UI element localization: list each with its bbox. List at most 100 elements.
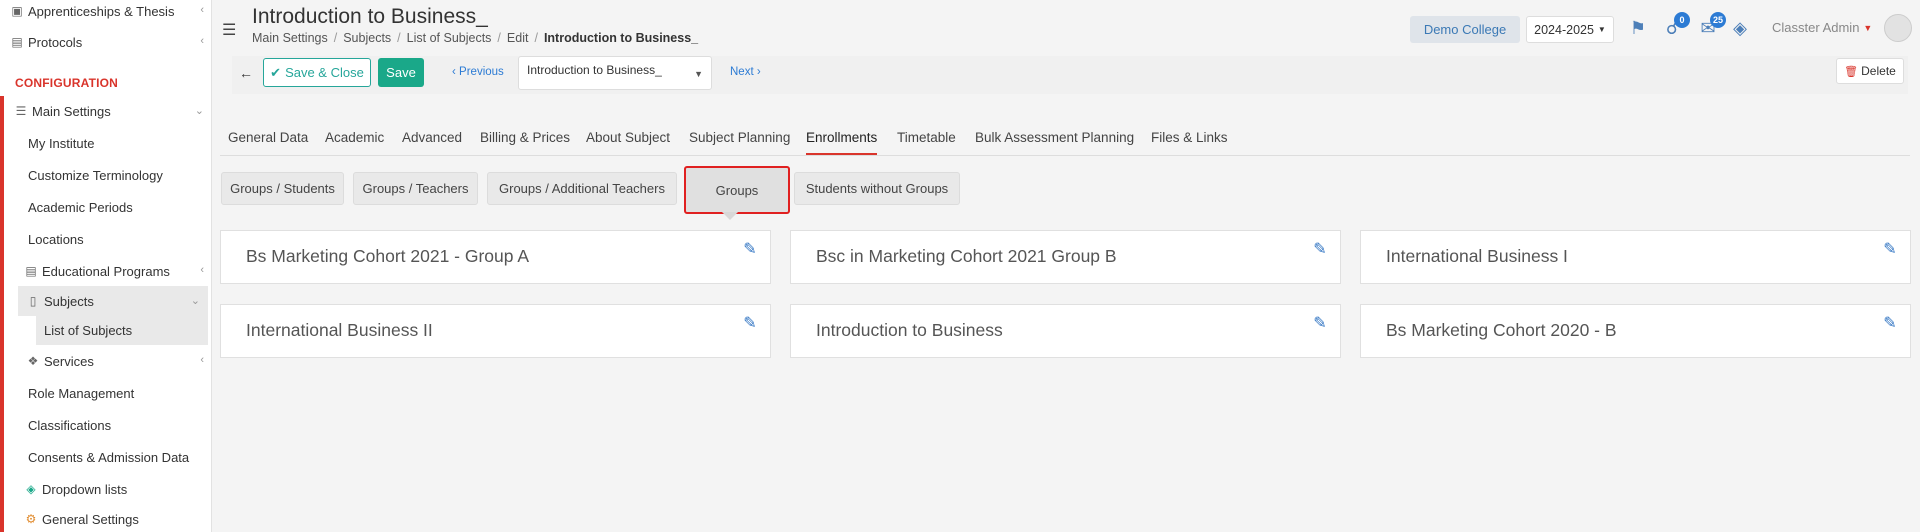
subtab-groups-additional-teachers[interactable]: Groups / Additional Teachers [487,172,677,205]
sidebar-item-general-settings[interactable]: ⚙ General Settings [0,504,212,532]
tab-advanced[interactable]: Advanced [402,130,462,153]
sidebar-item-label: Main Settings [32,103,111,119]
sidebar-item-apprenticeships[interactable]: ▣ Apprenticeships & Thesis ‹ [0,0,212,26]
flag-icon[interactable]: ⚑ [1626,16,1650,40]
chevron-left-icon: ‹ [200,35,204,47]
next-link[interactable]: Next › [730,66,761,78]
pencil-icon[interactable]: ✎ [1880,313,1900,333]
tab-general-data[interactable]: General Data [228,130,308,153]
group-card[interactable]: Bsc in Marketing Cohort 2021 Group B ✎ [790,230,1341,284]
tab-billing-prices[interactable]: Billing & Prices [480,130,570,153]
year-select[interactable]: 2024-2025 ▼ [1526,16,1614,43]
sidebar: ▣ Apprenticeships & Thesis ‹ ▤ Protocols… [0,0,212,532]
sidebar-item-consents-admission[interactable]: Consents & Admission Data [0,442,212,472]
sidebar-item-label: Apprenticeships & Thesis [28,3,175,19]
sidebar-item-main-settings[interactable]: ☰ Main Settings ⌄ [0,96,212,126]
subject-select-value: Introduction to Business_ [527,63,662,77]
protocol-icon: ▤ [11,35,23,49]
breadcrumb: Main Settings / Subjects / List of Subje… [252,31,699,45]
tab-enrollments[interactable]: Enrollments [806,130,878,155]
services-icon: ❖ [27,354,39,368]
group-card[interactable]: International Business II ✎ [220,304,771,358]
sidebar-item-label: Academic Periods [28,199,133,215]
sidebar-item-services[interactable]: ❖ Services ‹ [0,346,212,376]
envelope-icon[interactable]: ✉ 25 [1696,12,1726,40]
breadcrumb-edit[interactable]: Edit [507,31,529,45]
hamburger-menu-icon[interactable]: ☰ [222,20,236,40]
sidebar-item-label: Customize Terminology [28,167,163,183]
previous-link[interactable]: ‹ Previous [452,66,504,78]
subtab-students-without-groups[interactable]: Students without Groups [794,172,960,205]
sidebar-item-label: Educational Programs [42,263,170,279]
tab-bulk-assessment-planning[interactable]: Bulk Assessment Planning [975,130,1134,153]
sidebar-item-role-management[interactable]: Role Management [0,378,212,408]
back-arrow-icon[interactable]: ← [232,58,260,88]
sidebar-item-label: Classifications [28,417,112,433]
tab-about-subject[interactable]: About Subject [586,130,670,153]
delete-button[interactable]: 🗑 Delete [1836,58,1904,84]
layers-icon[interactable]: ◈ [1728,16,1752,40]
bell-icon[interactable]: ☌ 0 [1660,12,1690,40]
avatar[interactable] [1884,14,1912,42]
user-menu[interactable]: Classter Admin ▼ [1772,20,1872,35]
pencil-icon[interactable]: ✎ [1310,313,1330,333]
sidebar-item-locations[interactable]: Locations [0,224,212,254]
group-card[interactable]: Bs Marketing Cohort 2021 - Group A ✎ [220,230,771,284]
tab-academic[interactable]: Academic [325,130,384,153]
pencil-icon[interactable]: ✎ [740,313,760,333]
check-icon: ✔ [270,64,282,80]
chevron-right-icon: › [756,66,761,78]
sidebar-item-educational-programs[interactable]: ▤ Educational Programs ‹ [0,256,212,286]
pencil-icon[interactable]: ✎ [740,239,760,259]
group-card[interactable]: Bs Marketing Cohort 2020 - B ✎ [1360,304,1911,358]
tab-timetable[interactable]: Timetable [897,130,956,153]
programs-icon: ▤ [25,264,37,278]
group-name: International Business I [1386,246,1568,266]
sidebar-item-classifications[interactable]: Classifications [0,410,212,440]
subtab-groups-teachers[interactable]: Groups / Teachers [353,172,478,205]
pencil-icon[interactable]: ✎ [1880,239,1900,259]
chevron-down-icon: ⌄ [194,105,204,117]
group-name: Introduction to Business [816,320,1003,340]
layers-icon: ◈ [26,482,36,496]
sidebar-item-list-of-subjects[interactable]: List of Subjects [36,315,208,345]
tab-files-links[interactable]: Files & Links [1151,130,1228,153]
college-button[interactable]: Demo College [1410,16,1520,43]
notifications-badge: 0 [1674,12,1690,28]
page-title: Introduction to Business_ [252,5,488,28]
sidebar-item-label: Locations [28,231,84,247]
book-icon: ▯ [29,294,37,308]
tab-bar: General Data Academic Advanced Billing &… [220,120,1910,156]
user-name: Classter Admin [1772,20,1860,35]
chevron-left-icon: ‹ [200,264,204,276]
group-card[interactable]: Introduction to Business ✎ [790,304,1341,358]
save-button[interactable]: Save [378,58,424,87]
pencil-icon[interactable]: ✎ [1310,239,1330,259]
sidebar-item-label: My Institute [28,135,95,151]
tab-subject-planning[interactable]: Subject Planning [689,130,790,153]
sidebar-item-protocols[interactable]: ▤ Protocols ‹ [0,27,212,57]
chevron-left-icon: ‹ [200,4,204,16]
chevron-left-icon: ‹ [200,354,204,366]
subject-select[interactable]: Introduction to Business_ ▼ [518,56,712,90]
group-name: International Business II [246,320,433,340]
save-close-button[interactable]: ✔ Save & Close [263,58,371,87]
caret-down-icon: ▼ [1863,22,1873,33]
trash-icon: 🗑 [1844,65,1859,78]
breadcrumb-main-settings[interactable]: Main Settings [252,31,328,45]
chevron-left-icon: ‹ [452,66,456,78]
section-header-configuration: CONFIGURATION [15,76,119,90]
sidebar-item-label: General Settings [42,511,139,527]
sidebar-item-subjects[interactable]: ▯ Subjects ⌄ [18,286,208,316]
subtab-groups-students[interactable]: Groups / Students [221,172,344,205]
breadcrumb-list-of-subjects[interactable]: List of Subjects [407,31,492,45]
breadcrumb-subjects[interactable]: Subjects [343,31,391,45]
group-card[interactable]: International Business I ✎ [1360,230,1911,284]
sidebar-item-dropdown-lists[interactable]: ◈ Dropdown lists [0,474,212,504]
sidebar-item-my-institute[interactable]: My Institute [0,128,212,158]
chevron-down-icon: ⌄ [190,295,200,307]
sidebar-item-academic-periods[interactable]: Academic Periods [0,192,212,222]
subtab-groups[interactable]: Groups [684,166,790,220]
sidebar-item-label: Subjects [44,293,94,309]
sidebar-item-customize-terminology[interactable]: Customize Terminology [0,160,212,190]
